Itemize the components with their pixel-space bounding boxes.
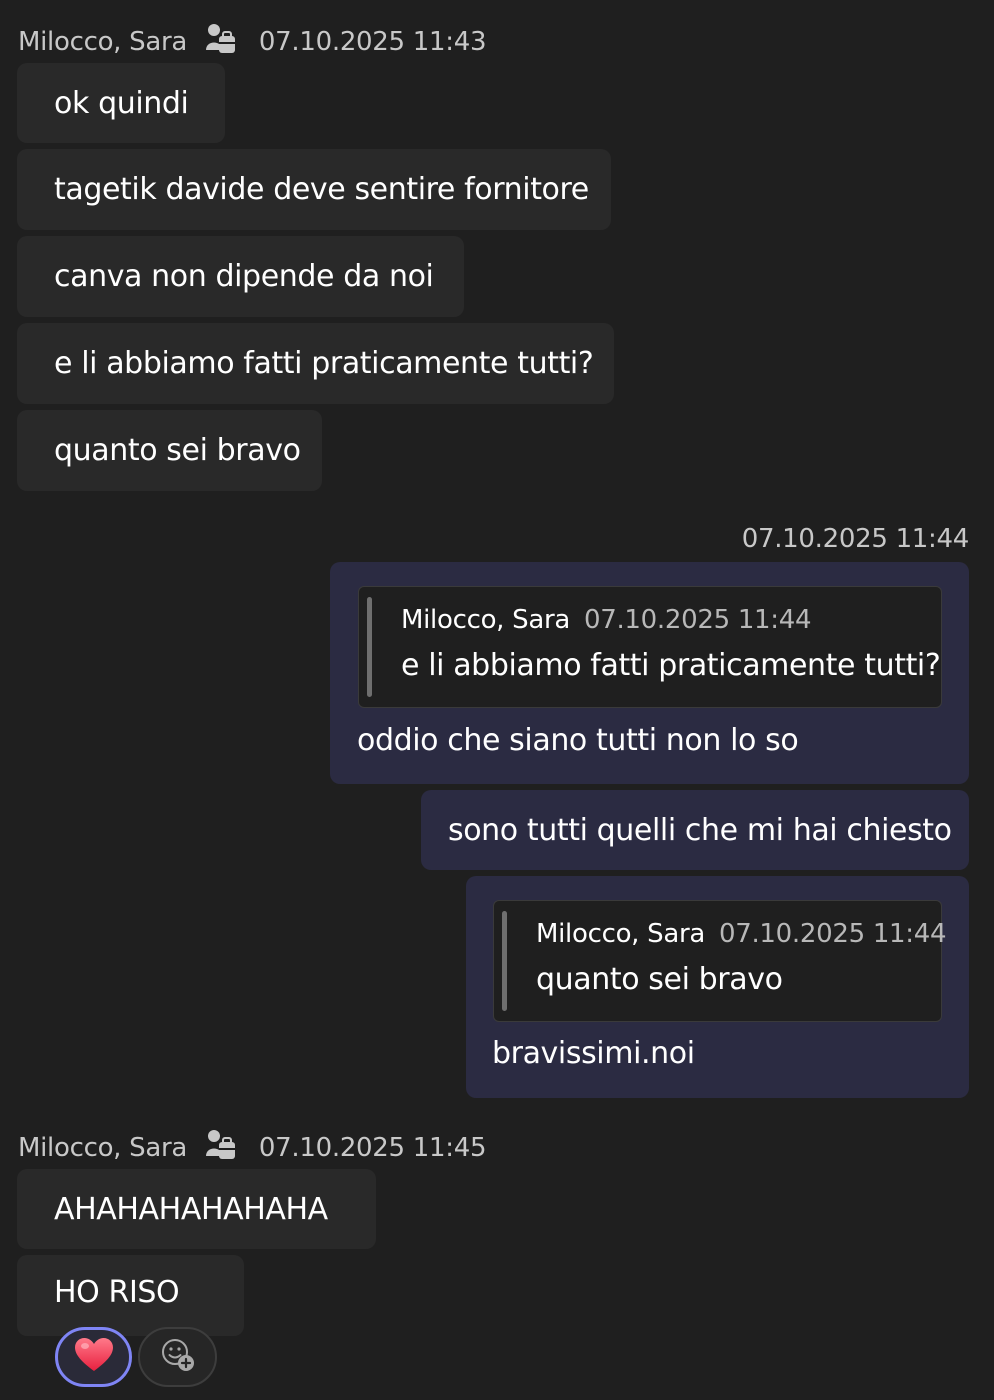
message-bubble[interactable]: e li abbiamo fatti praticamente tutti? (17, 323, 614, 404)
heart-reaction[interactable] (55, 1327, 132, 1387)
message-bubble[interactable]: ok quindi (17, 63, 225, 143)
quote-sender: Milocco, Sara (401, 605, 570, 635)
message-bubble[interactable]: AHAHAHAHAHAHA (17, 1169, 376, 1249)
quote-header: Milocco, Sara 07.10.2025 11:44 (401, 605, 812, 635)
reply-message-bubble[interactable]: Milocco, Sara 07.10.2025 11:44 quanto sei… (466, 876, 969, 1098)
quote-header: Milocco, Sara 07.10.2025 11:44 (536, 919, 947, 949)
quote-bar (367, 597, 372, 697)
message-text: sono tutti quelli che mi hai chiesto (448, 812, 952, 848)
quote-sender: Milocco, Sara (536, 919, 705, 949)
message-bubble[interactable]: quanto sei bravo (17, 410, 322, 491)
message-text: oddio che siano tutti non lo so (357, 723, 799, 758)
quoted-message[interactable]: Milocco, Sara 07.10.2025 11:44 e li abbia… (358, 586, 942, 708)
quote-bar (502, 911, 507, 1011)
quote-text: quanto sei bravo (536, 962, 783, 997)
message-text: quanto sei bravo (54, 433, 301, 468)
message-bubble[interactable]: HO RISO (17, 1255, 244, 1336)
external-user-icon (205, 1128, 237, 1169)
message-header: Milocco, Sara 07.10.2025 11:43 (18, 22, 486, 63)
sender-name[interactable]: Milocco, Sara (18, 27, 187, 57)
message-bubble[interactable]: tagetik davide deve sentire fornitore (17, 149, 611, 230)
message-text: tagetik davide deve sentire fornitore (54, 172, 589, 207)
quote-timestamp: 07.10.2025 11:44 (583, 605, 812, 635)
message-timestamp: 07.10.2025 11:43 (258, 27, 487, 57)
quote-text: e li abbiamo fatti praticamente tutti? (401, 648, 941, 683)
external-user-icon (205, 22, 237, 63)
sender-name[interactable]: Milocco, Sara (18, 1133, 187, 1163)
message-text: bravissimi.noi (492, 1036, 695, 1071)
quoted-message[interactable]: Milocco, Sara 07.10.2025 11:44 quanto sei… (493, 900, 947, 1022)
reply-message-bubble[interactable]: Milocco, Sara 07.10.2025 11:44 e li abbia… (330, 562, 969, 784)
message-text: AHAHAHAHAHAHA (54, 1191, 328, 1227)
message-timestamp: 07.10.2025 11:44 (741, 524, 970, 554)
message-header: Milocco, Sara 07.10.2025 11:45 (18, 1128, 486, 1169)
message-bubble[interactable]: sono tutti quelli che mi hai chiesto (421, 790, 969, 870)
quote-timestamp: 07.10.2025 11:44 (718, 919, 947, 949)
message-text: canva non dipende da noi (54, 259, 434, 294)
heart-icon (74, 1337, 114, 1377)
message-text: ok quindi (54, 85, 189, 121)
message-timestamp: 07.10.2025 11:45 (258, 1133, 487, 1163)
add-reaction-button[interactable] (138, 1327, 217, 1387)
message-text: HO RISO (54, 1275, 180, 1310)
add-reaction-icon (160, 1337, 196, 1377)
message-bubble[interactable]: canva non dipende da noi (17, 236, 464, 317)
message-text: e li abbiamo fatti praticamente tutti? (54, 346, 594, 381)
